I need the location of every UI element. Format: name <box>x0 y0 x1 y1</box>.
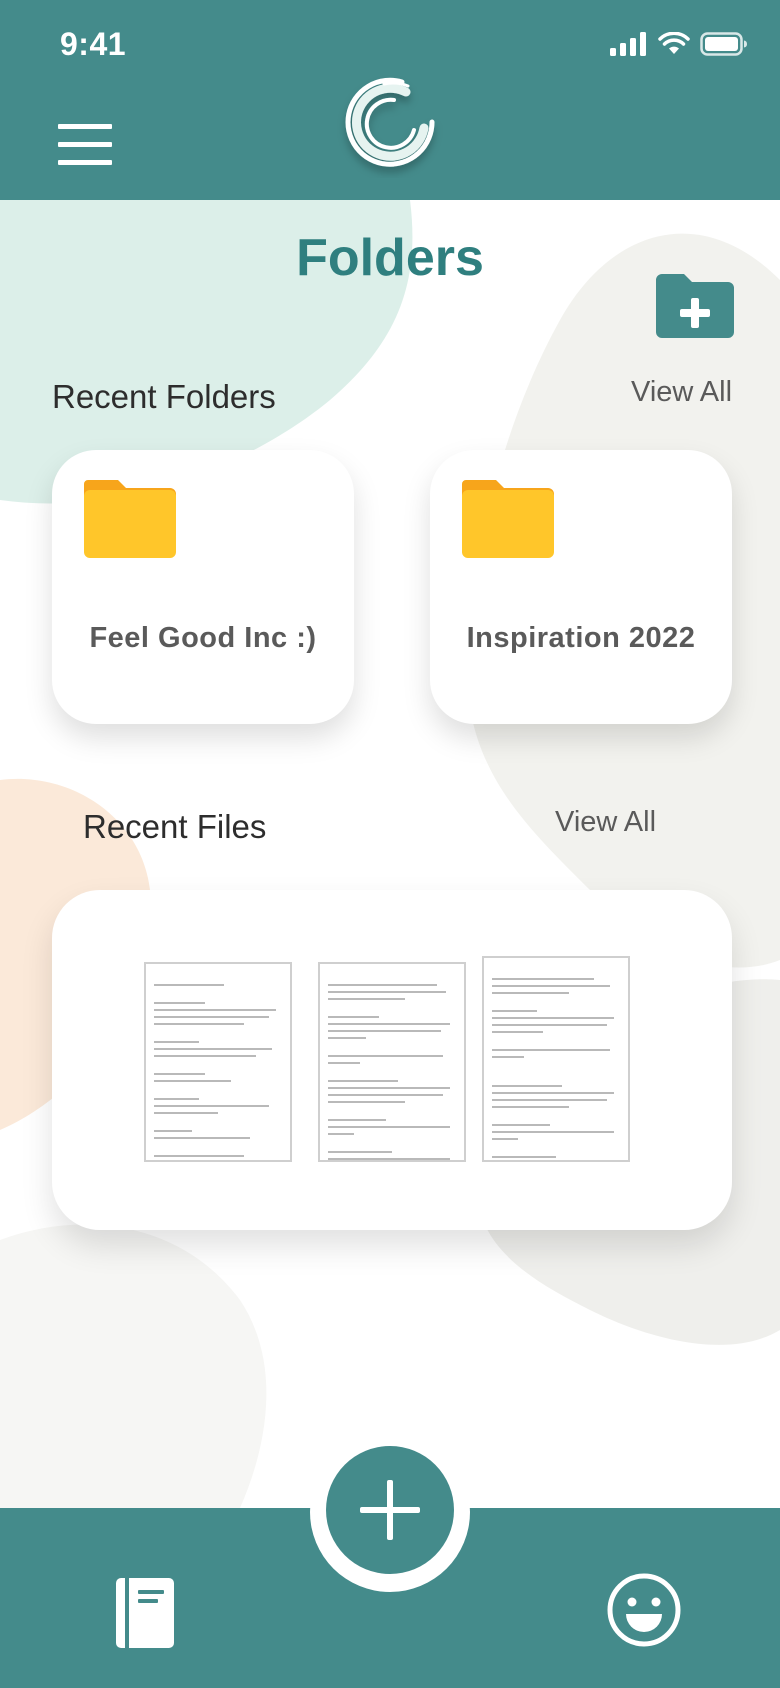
folder-icon <box>84 480 176 558</box>
document-thumbnail[interactable] <box>482 956 630 1162</box>
notebook-icon[interactable] <box>116 1578 174 1648</box>
folder-name: Feel Good Inc :) <box>89 622 317 654</box>
app-header: 9:41 <box>0 0 780 200</box>
recent-folders-view-all-link[interactable]: View All <box>631 376 732 409</box>
folder-card[interactable]: Feel Good Inc :) <box>52 450 354 724</box>
document-thumbnail[interactable] <box>144 962 292 1162</box>
status-time: 9:41 <box>60 26 127 62</box>
folder-card[interactable]: Inspiration 2022 <box>430 450 732 724</box>
folder-add-icon[interactable] <box>656 274 734 338</box>
document-thumbnail[interactable] <box>318 962 466 1162</box>
add-button[interactable] <box>326 1446 454 1574</box>
recent-files-label: Recent Files <box>83 808 267 845</box>
hamburger-menu-icon[interactable] <box>58 122 112 166</box>
app-logo <box>345 77 435 167</box>
wifi-icon <box>658 32 690 54</box>
gray-blob-lower-left <box>0 1224 267 1508</box>
status-icons <box>610 32 748 56</box>
plus-icon <box>360 1480 420 1540</box>
folder-icon <box>462 480 554 558</box>
folder-name: Inspiration 2022 <box>466 622 696 654</box>
smiley-icon[interactable] <box>606 1572 682 1648</box>
recent-files-view-all-link[interactable]: View All <box>555 806 656 839</box>
recent-files-card <box>52 890 732 1230</box>
battery-icon <box>700 32 747 56</box>
signal-icon <box>610 32 646 56</box>
recent-folders-label: Recent Folders <box>52 378 276 415</box>
